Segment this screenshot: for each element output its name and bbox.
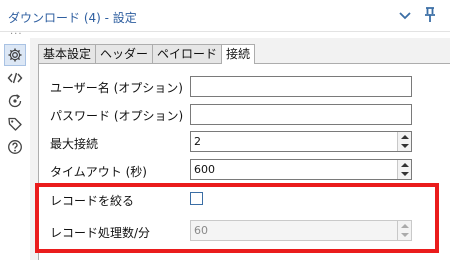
tab-basic-settings[interactable]: 基本設定 [38, 44, 97, 63]
timeout-stepper[interactable]: 600 [190, 159, 412, 180]
timeout-value: 600 [194, 163, 215, 176]
max-connections-spinner[interactable] [397, 132, 411, 151]
highlight-box [35, 183, 439, 253]
toolbar-handle: ··· [10, 29, 23, 40]
spin-down-icon[interactable] [401, 172, 409, 176]
chevron-down-icon[interactable] [396, 6, 414, 24]
timeout-label: タイムアウト (秒) [50, 165, 147, 179]
spin-down-icon[interactable] [401, 144, 409, 148]
gear-icon[interactable] [4, 44, 26, 66]
cycle-icon[interactable] [4, 90, 26, 112]
password-input[interactable] [190, 104, 412, 125]
password-label: パスワード (オプション) [50, 109, 184, 123]
code-icon[interactable] [4, 67, 26, 89]
max-connections-value: 2 [194, 135, 201, 148]
spin-up-icon[interactable] [401, 163, 409, 167]
tag-icon[interactable] [4, 113, 26, 135]
tab-payload[interactable]: ペイロード [152, 44, 223, 63]
timeout-spinner[interactable] [397, 160, 411, 179]
window-title: ダウンロード (4) - 設定 [8, 11, 137, 25]
tab-headers[interactable]: ヘッダー [95, 44, 154, 63]
spin-up-icon[interactable] [401, 135, 409, 139]
title-bar: ダウンロード (4) - 設定 [0, 0, 450, 32]
max-connections-label: 最大接続 [50, 137, 99, 151]
username-input[interactable] [190, 76, 412, 97]
tab-strip: 基本設定 ヘッダー ペイロード 接続 [38, 44, 256, 64]
pin-icon[interactable] [421, 6, 439, 24]
username-label: ユーザー名 (オプション) [50, 81, 183, 95]
max-connections-stepper[interactable]: 2 [190, 131, 412, 152]
help-icon[interactable] [4, 136, 26, 158]
tab-connection[interactable]: 接続 [221, 44, 256, 64]
